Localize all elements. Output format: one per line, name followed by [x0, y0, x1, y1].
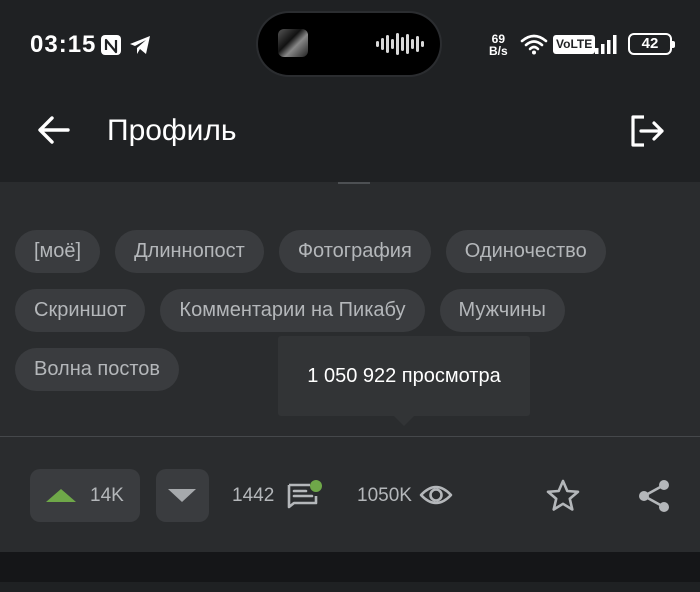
downvote-arrow-icon: [168, 489, 196, 502]
volte-badge: VoLTE: [553, 35, 596, 54]
wifi-icon: [520, 34, 548, 55]
comment-icon[interactable]: [286, 479, 324, 513]
views-count[interactable]: 1050K: [357, 485, 412, 507]
page-title: Профиль: [107, 114, 237, 147]
audio-wave-icon: [376, 33, 424, 55]
tag-skrinshot[interactable]: Скриншот: [15, 289, 146, 332]
divider: [0, 436, 700, 437]
bottom-edge: [0, 582, 700, 592]
nfc-icon: [101, 35, 121, 55]
tag-fotografiya[interactable]: Фотография: [278, 230, 431, 273]
downvote-button[interactable]: [156, 469, 209, 522]
tag-row: Скриншот Комментарии на Пикабу Мужчины: [15, 289, 695, 332]
dynamic-island[interactable]: [258, 13, 440, 75]
status-bar: 03:15 69 B/s VoLTE 42: [0, 0, 700, 90]
post-footer: [моё] Длиннопост Фотография Одиночество …: [0, 182, 700, 552]
app-header: Профиль: [0, 90, 700, 182]
signal-icon: [595, 35, 617, 54]
tag-dlinnopost[interactable]: Длиннопост: [115, 230, 264, 273]
star-icon[interactable]: [545, 478, 581, 514]
network-speed: 69 B/s: [489, 33, 508, 57]
views-tooltip: 1 050 922 просмотра: [278, 336, 530, 426]
drag-handle: [338, 182, 370, 184]
network-speed-unit: B/s: [489, 44, 508, 58]
tag-odinochestvo[interactable]: Одиночество: [445, 230, 606, 273]
tag-muzhchiny[interactable]: Мужчины: [439, 289, 565, 332]
post-actions: 14K 1442 1050K: [0, 468, 700, 524]
upvote-button[interactable]: 14K: [30, 469, 140, 522]
back-arrow-icon[interactable]: [34, 110, 74, 150]
battery-indicator: 42: [628, 33, 675, 55]
status-time: 03:15: [30, 31, 97, 58]
tag-moyo[interactable]: [моё]: [15, 230, 101, 273]
comments-count[interactable]: 1442: [232, 485, 274, 507]
upvote-arrow-icon: [46, 489, 76, 502]
tag-volna-postov[interactable]: Волна постов: [15, 348, 180, 391]
rating-count: 14K: [90, 485, 124, 506]
tag-row: [моё] Длиннопост Фотография Одиночество: [15, 230, 695, 273]
telegram-icon: [130, 36, 150, 54]
logout-icon[interactable]: [628, 112, 666, 150]
share-icon[interactable]: [637, 478, 671, 514]
eye-icon[interactable]: [419, 481, 453, 509]
media-thumbnail: [278, 29, 308, 57]
tag-kommentarii-na-pikabu[interactable]: Комментарии на Пикабу: [160, 289, 425, 332]
